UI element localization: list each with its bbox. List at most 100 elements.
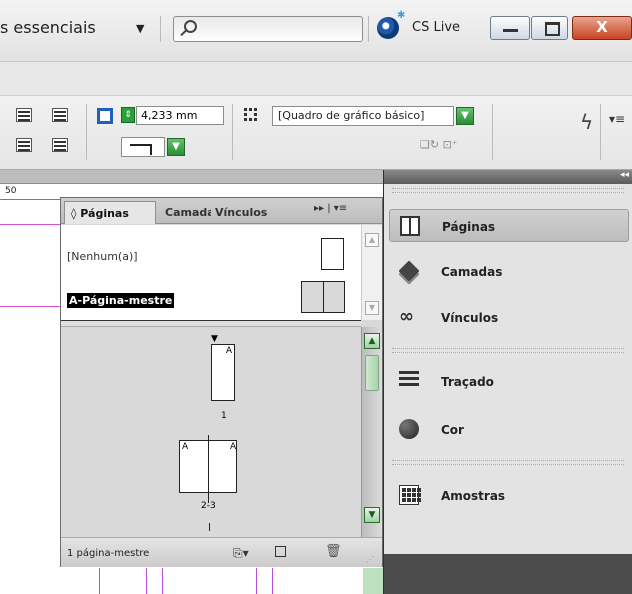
baseline-icon[interactable] bbox=[52, 138, 68, 152]
stroke-icon bbox=[399, 371, 419, 391]
dock-item-color[interactable]: Cor bbox=[389, 413, 629, 446]
dock-item-pages[interactable]: Páginas bbox=[389, 209, 629, 242]
panel-flyout-menu-icon[interactable]: ▸▸ | ▾≡ bbox=[314, 203, 347, 214]
dock-item-label: Camadas bbox=[441, 265, 503, 279]
object-style-dropdown-button[interactable]: ▼ bbox=[456, 107, 474, 125]
group-grip[interactable] bbox=[392, 348, 624, 353]
chevron-down-icon[interactable]: ▼ bbox=[136, 22, 144, 35]
column-guide bbox=[256, 568, 257, 594]
group-grip[interactable] bbox=[392, 188, 624, 193]
dock-item-label: Páginas bbox=[442, 220, 496, 234]
pages-panel: ◊ Páginas Camadas Vínculos ▸▸ | ▾≡ [Nenh… bbox=[60, 197, 383, 567]
master-a-thumbnail[interactable] bbox=[301, 281, 345, 313]
column-guide bbox=[146, 568, 147, 594]
restore-button[interactable] bbox=[531, 16, 568, 40]
dock-item-label: Amostras bbox=[441, 489, 506, 503]
separator bbox=[160, 16, 161, 42]
corner-shape-select[interactable] bbox=[121, 137, 165, 157]
masters-scrollbar[interactable]: ▲ ▼ bbox=[361, 225, 382, 320]
text-wrap-icon[interactable] bbox=[52, 108, 68, 122]
search-icon bbox=[184, 20, 197, 33]
tab-links[interactable]: Vínculos bbox=[209, 201, 289, 224]
scrollbar-thumb[interactable] bbox=[365, 355, 379, 391]
effect-icon[interactable] bbox=[16, 138, 32, 152]
cs-live-star-icon: ✱ bbox=[397, 10, 406, 21]
object-style-field[interactable]: [Quadro de gráfico básico] bbox=[272, 106, 454, 126]
cs-live-icon[interactable] bbox=[377, 17, 399, 39]
document-tab-bar bbox=[0, 170, 383, 184]
dock-item-swatches[interactable]: Amostras bbox=[389, 479, 629, 512]
master-letter: A bbox=[230, 442, 237, 452]
lightning-icon[interactable]: ϟ bbox=[580, 110, 593, 134]
separator bbox=[600, 104, 601, 160]
separator bbox=[492, 104, 493, 160]
ruler-label: 50 bbox=[5, 186, 17, 196]
separator bbox=[86, 104, 87, 160]
scrollbar-track[interactable] bbox=[363, 568, 383, 594]
masters-list: [Nenhum(a)] A-Página-mestre bbox=[61, 225, 361, 320]
dock-item-stroke[interactable]: Traçado bbox=[389, 365, 629, 398]
column-guide bbox=[272, 568, 273, 594]
scroll-down-icon[interactable]: ▼ bbox=[364, 507, 380, 523]
pages-icon bbox=[400, 216, 420, 236]
separator bbox=[368, 16, 369, 42]
new-page-icon[interactable] bbox=[275, 546, 286, 557]
status-text: 1 página-mestre bbox=[67, 548, 150, 559]
spread-spine bbox=[209, 523, 210, 531]
master-none-label[interactable]: [Nenhum(a)] bbox=[67, 250, 138, 263]
master-a-label[interactable]: A-Página-mestre bbox=[67, 293, 175, 308]
stepper-icon[interactable]: ⇕ bbox=[121, 107, 135, 123]
dock-panel-list: Páginas Camadas ∞ Vínculos Traçado Cor A… bbox=[384, 184, 632, 554]
collapse-icon[interactable]: ◂◂ bbox=[620, 170, 629, 180]
scroll-down-icon[interactable]: ▼ bbox=[365, 301, 379, 315]
dock-item-links[interactable]: ∞ Vínculos bbox=[389, 301, 629, 334]
spread-marker-icon: ▼ bbox=[211, 334, 218, 344]
scroll-up-icon[interactable]: ▲ bbox=[365, 233, 379, 247]
tab-layers[interactable]: Camadas bbox=[159, 201, 211, 224]
separator bbox=[232, 104, 233, 160]
panel-dock: ◂◂ Páginas Camadas ∞ Vínculos Traçado Co… bbox=[383, 170, 632, 594]
corner-dropdown-button[interactable]: ▼ bbox=[167, 138, 185, 156]
pages-scrollbar[interactable]: ▲ ▼ bbox=[361, 327, 382, 537]
workspace-switcher[interactable]: s essenciais bbox=[0, 18, 96, 37]
page-number: 2-3 bbox=[201, 501, 216, 511]
resize-grip-icon[interactable]: ⋰ bbox=[366, 555, 374, 564]
tab-pages[interactable]: ◊ Páginas bbox=[64, 201, 156, 224]
margin-guide bbox=[0, 306, 60, 307]
column-guide bbox=[99, 568, 100, 594]
color-icon bbox=[399, 419, 419, 439]
search-input[interactable] bbox=[173, 16, 363, 42]
dock-item-label: Traçado bbox=[441, 375, 494, 389]
links-icon: ∞ bbox=[399, 306, 414, 327]
layers-icon bbox=[398, 260, 420, 282]
margin-guide bbox=[0, 224, 60, 225]
dock-item-label: Cor bbox=[441, 423, 464, 437]
minimize-button[interactable] bbox=[490, 16, 530, 40]
panel-footer: 1 página-mestre ⎘▾ 🗑 ⋰ bbox=[61, 537, 382, 567]
swatches-icon bbox=[399, 485, 421, 505]
cs-live-label[interactable]: CS Live bbox=[412, 20, 460, 35]
page-thumbnail[interactable]: A bbox=[211, 344, 235, 401]
object-style-icon bbox=[244, 108, 262, 124]
group-grip[interactable] bbox=[392, 460, 624, 465]
dock-item-layers[interactable]: Camadas bbox=[389, 255, 629, 288]
pages-list: ▼ A 1 A A 2-3 bbox=[61, 327, 361, 537]
menu-bar bbox=[0, 62, 632, 96]
page-number: 1 bbox=[221, 411, 227, 421]
style-actions-icons[interactable]: ❏↻ ⊡⁺ bbox=[420, 138, 458, 151]
panel-menu-icon[interactable]: ▾≡ bbox=[609, 112, 625, 126]
panel-divider[interactable] bbox=[61, 320, 361, 327]
dock-item-label: Vínculos bbox=[441, 311, 499, 325]
master-letter: A bbox=[182, 442, 189, 452]
master-none-thumbnail[interactable] bbox=[321, 238, 344, 270]
column-guide bbox=[162, 568, 163, 594]
close-button[interactable]: X bbox=[572, 16, 632, 40]
dock-header bbox=[384, 170, 632, 184]
align-icon[interactable] bbox=[16, 108, 32, 122]
scroll-up-icon[interactable]: ▲ bbox=[364, 333, 380, 349]
stroke-weight-field[interactable]: 4,233 mm bbox=[136, 106, 224, 125]
spread-thumbnail[interactable]: A A bbox=[179, 435, 237, 503]
edit-page-size-icon[interactable]: ⎘▾ bbox=[233, 546, 249, 561]
trash-icon[interactable]: 🗑 bbox=[325, 544, 342, 559]
master-letter: A bbox=[225, 346, 232, 356]
